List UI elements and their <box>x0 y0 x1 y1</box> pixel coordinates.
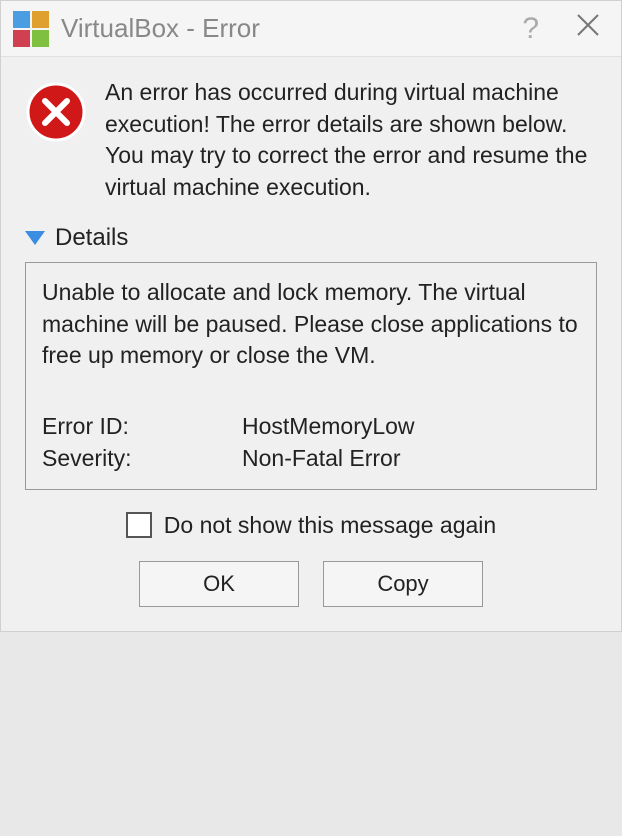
help-icon[interactable]: ? <box>522 12 539 46</box>
error-id-value: HostMemoryLow <box>242 410 580 442</box>
error-id-label: Error ID: <box>42 410 242 442</box>
button-row: OK Copy <box>25 561 597 615</box>
details-text: Unable to allocate and lock memory. The … <box>42 277 580 372</box>
virtualbox-icon <box>13 11 49 47</box>
dont-show-label: Do not show this message again <box>164 512 496 539</box>
error-message: An error has occurred during virtual mac… <box>105 77 597 204</box>
severity-value: Non-Fatal Error <box>242 442 580 474</box>
details-toggle[interactable]: Details <box>25 224 597 252</box>
titlebar: VirtualBox - Error ? <box>1 1 621 57</box>
expand-triangle-icon <box>25 231 45 245</box>
error-id-row: Error ID: HostMemoryLow <box>42 410 580 442</box>
dont-show-checkbox[interactable] <box>126 512 152 538</box>
severity-row: Severity: Non-Fatal Error <box>42 442 580 474</box>
error-icon <box>25 81 87 143</box>
message-row: An error has occurred during virtual mac… <box>25 77 597 204</box>
details-label: Details <box>55 224 128 252</box>
copy-button[interactable]: Copy <box>323 561 483 607</box>
checkbox-row: Do not show this message again <box>25 512 597 539</box>
severity-label: Severity: <box>42 442 242 474</box>
ok-button[interactable]: OK <box>139 561 299 607</box>
error-dialog: VirtualBox - Error ? An error has occurr… <box>0 0 622 632</box>
details-box: Unable to allocate and lock memory. The … <box>25 262 597 490</box>
window-title: VirtualBox - Error <box>61 13 522 44</box>
dialog-content: An error has occurred during virtual mac… <box>1 57 621 631</box>
close-icon[interactable] <box>567 12 609 45</box>
